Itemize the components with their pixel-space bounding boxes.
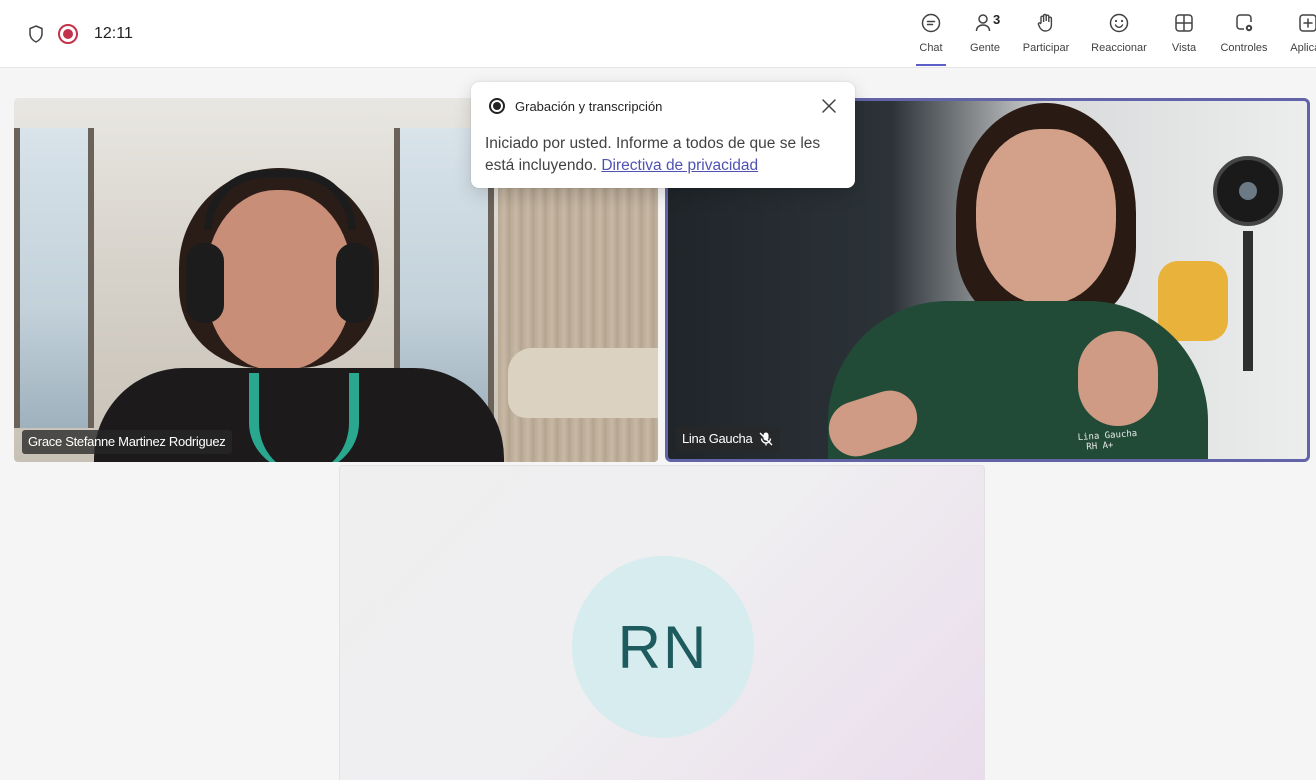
background-wood-wall (498, 188, 658, 462)
people-label: Gente (970, 42, 1000, 54)
controls-label: Controles (1220, 42, 1268, 54)
notification-body: Iniciado por usted. Informe a todos de q… (485, 133, 835, 177)
chat-label: Chat (919, 42, 943, 54)
chat-icon (919, 10, 943, 36)
shield-icon (26, 24, 46, 44)
participant-video-grace (94, 168, 504, 462)
avatar: RN (572, 556, 754, 738)
background-sofa (508, 348, 658, 418)
participant-name-tag: Lina Gaucha (676, 427, 781, 451)
raise-hand-icon (1034, 10, 1058, 36)
people-count: 3 (993, 12, 1001, 27)
video-tile-rn[interactable]: RN (339, 465, 985, 780)
mic-muted-icon (758, 431, 774, 447)
participant-name: Lina Gaucha (682, 431, 753, 446)
participant-name-tag: Grace Stefanne Martinez Rodriguez (22, 430, 232, 454)
react-label: Reaccionar (1091, 42, 1147, 54)
raise-hand-button[interactable]: Participar (1012, 6, 1080, 66)
notification-title: Grabación y transcripción (515, 98, 663, 114)
apps-label: Aplicac (1290, 42, 1316, 54)
notification-header: Grabación y transcripción (489, 98, 662, 114)
meeting-status: 12:11 (26, 21, 133, 47)
close-icon[interactable] (819, 96, 839, 116)
participant-video-lina: Lina Gaucha RH A+ (821, 101, 1248, 459)
add-app-icon (1296, 10, 1316, 36)
react-button[interactable]: Reaccionar (1080, 6, 1158, 66)
privacy-policy-link[interactable]: Directiva de privacidad (601, 157, 758, 174)
meeting-timer: 12:11 (94, 25, 133, 42)
raise-hand-label: Participar (1022, 42, 1070, 54)
meeting-toolbar: 12:11 Chat 3 Gente Participar Reaccionar… (0, 0, 1316, 68)
controls-icon (1232, 10, 1256, 36)
toolbar-actions: Chat 3 Gente Participar Reaccionar Vista… (904, 6, 1316, 66)
chat-button[interactable]: Chat (904, 6, 958, 66)
view-button[interactable]: Vista (1158, 6, 1210, 66)
recording-notification: Grabación y transcripción Iniciado por u… (471, 82, 855, 188)
apps-button[interactable]: Aplicac (1278, 6, 1316, 66)
record-icon (489, 98, 505, 114)
people-button[interactable]: 3 Gente (958, 6, 1012, 66)
participant-name: Grace Stefanne Martinez Rodriguez (28, 434, 226, 449)
uniform-embroidery: Lina Gaucha RH A+ (1077, 429, 1138, 453)
view-label: Vista (1171, 42, 1197, 54)
people-icon: 3 (973, 10, 1001, 36)
background-window (14, 128, 94, 428)
grid-view-icon (1172, 10, 1196, 36)
recording-indicator-icon (58, 24, 78, 44)
emoji-icon (1107, 10, 1131, 36)
controls-button[interactable]: Controles (1210, 6, 1278, 66)
